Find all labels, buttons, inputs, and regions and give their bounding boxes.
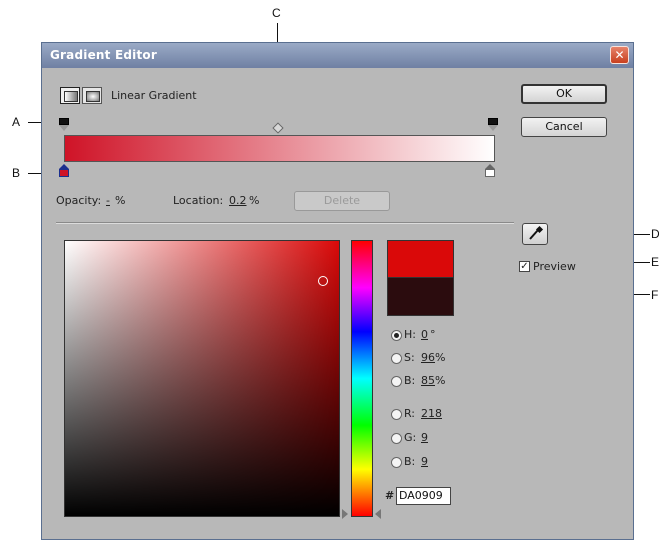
hue-label: H: xyxy=(404,328,416,341)
section-divider xyxy=(56,222,514,224)
saturation-label: S: xyxy=(404,351,415,364)
green-value[interactable]: 9 xyxy=(421,431,428,444)
brightness-value[interactable]: 85 xyxy=(421,374,435,387)
callout-c: C xyxy=(272,6,281,20)
hue-slider[interactable] xyxy=(351,240,373,517)
hue-unit: ° xyxy=(430,328,436,341)
blue-value[interactable]: 9 xyxy=(421,455,428,468)
hue-slider-left-arrow[interactable] xyxy=(342,509,348,519)
hex-input[interactable]: DA0909 xyxy=(396,487,451,505)
radial-gradient-button[interactable] xyxy=(82,87,102,104)
opacity-stop-right[interactable] xyxy=(488,118,498,131)
blue-label: B: xyxy=(404,455,416,468)
saturation-unit: % xyxy=(435,351,446,364)
brightness-label: B: xyxy=(404,374,416,387)
radio-red[interactable] xyxy=(391,409,402,420)
red-label: R: xyxy=(404,407,416,420)
previous-color-swatch[interactable] xyxy=(387,278,454,316)
color-stop-left[interactable] xyxy=(59,164,70,178)
radio-green[interactable] xyxy=(391,433,402,444)
color-field[interactable] xyxy=(64,240,340,517)
midpoint-diamond[interactable] xyxy=(272,122,284,134)
opacity-value: - xyxy=(106,194,110,207)
location-label: Location: xyxy=(173,194,224,207)
gradient-editor-dialog: Gradient Editor ✕ Linear Gradient OK Can… xyxy=(41,42,634,540)
eyedropper-icon xyxy=(529,225,544,240)
green-label: G: xyxy=(404,431,417,444)
location-unit: % xyxy=(249,194,260,207)
location-value[interactable]: 0.2 xyxy=(229,194,247,207)
opacity-stop-left[interactable] xyxy=(59,118,69,131)
title-bar[interactable]: Gradient Editor ✕ xyxy=(42,43,633,68)
callout-d: D xyxy=(651,227,659,241)
red-value[interactable]: 218 xyxy=(421,407,442,420)
delete-button[interactable]: Delete xyxy=(294,191,390,211)
radio-saturation[interactable] xyxy=(391,353,402,364)
saturation-value[interactable]: 96 xyxy=(421,351,435,364)
callout-e: E xyxy=(651,255,659,269)
color-stop-right[interactable] xyxy=(485,164,496,178)
opacity-label: Opacity: xyxy=(56,194,102,207)
color-field-marker[interactable] xyxy=(318,276,328,286)
linear-gradient-button[interactable] xyxy=(60,87,80,104)
cancel-button[interactable]: Cancel xyxy=(521,117,607,137)
close-button[interactable]: ✕ xyxy=(610,46,629,64)
new-color-swatch xyxy=(387,240,454,278)
window-title: Gradient Editor xyxy=(50,48,157,62)
hue-slider-right-arrow[interactable] xyxy=(375,509,381,519)
radio-hue[interactable] xyxy=(391,330,402,341)
radio-brightness[interactable] xyxy=(391,376,402,387)
gradient-type-label: Linear Gradient xyxy=(111,89,197,102)
gradient-preview-bar[interactable] xyxy=(64,135,495,162)
preview-checkbox[interactable]: ✓ xyxy=(519,261,530,272)
brightness-unit: % xyxy=(435,374,446,387)
opacity-unit: % xyxy=(115,194,126,207)
linear-gradient-icon xyxy=(64,91,78,102)
hex-prefix: # xyxy=(385,489,395,502)
radio-blue[interactable] xyxy=(391,457,402,468)
hue-value[interactable]: 0 xyxy=(421,328,428,341)
radial-gradient-icon xyxy=(86,91,100,102)
callout-b: B xyxy=(12,166,21,180)
eyedropper-button[interactable] xyxy=(522,223,548,245)
callout-f: F xyxy=(651,288,659,302)
close-icon: ✕ xyxy=(614,48,625,62)
preview-label: Preview xyxy=(533,260,576,273)
ok-button[interactable]: OK xyxy=(521,84,607,104)
callout-a: A xyxy=(12,115,21,129)
